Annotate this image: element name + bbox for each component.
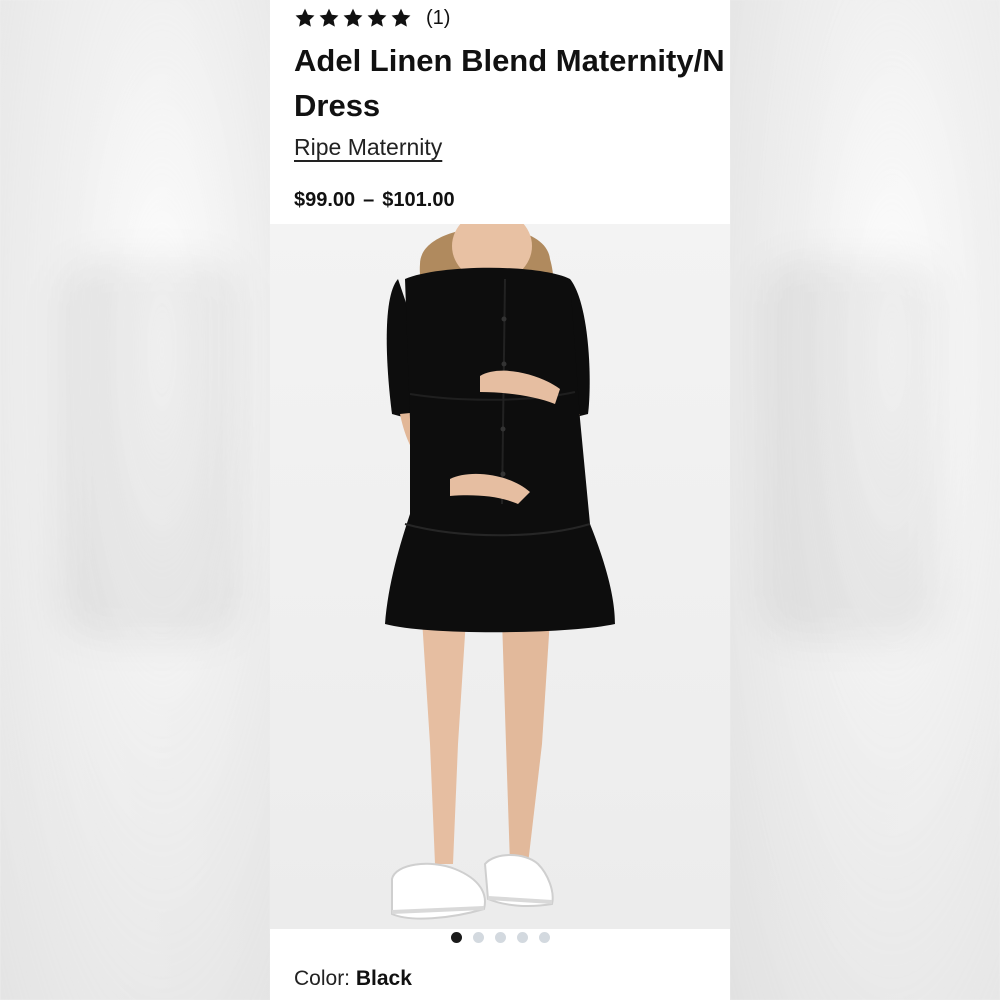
image-carousel-indicator [270,932,730,946]
color-label: Color: [294,967,351,990]
carousel-dot[interactable] [472,932,484,943]
product-title-line-2: Dress [294,88,381,123]
product-title-line-1: Adel Linen Blend Maternity/N [294,43,725,78]
review-count[interactable]: (1) [426,7,450,30]
model-illustration [385,224,615,920]
price-low: $99.00 [294,189,356,211]
carousel-dot[interactable] [516,932,528,943]
product-image[interactable] [270,224,730,929]
product-title: Adel Linen Blend Maternity/N Dress [294,38,730,128]
carousel-dot[interactable] [494,932,506,943]
star-icon [366,7,388,29]
brand-link[interactable]: Ripe Maternity [294,134,442,161]
product-page: (1) Adel Linen Blend Maternity/N Dress R… [270,0,730,1000]
product-rating[interactable]: (1) [294,4,450,32]
star-icon [342,7,364,29]
carousel-dot[interactable] [450,932,462,943]
price-range: $99.00 – $101.00 [294,189,455,212]
star-icon [318,7,340,29]
color-selection: Color: Black [294,967,412,991]
price-separator: – [363,189,375,211]
star-icon [294,7,316,29]
blurred-background-left [0,0,270,1000]
color-value: Black [355,967,412,990]
star-icon [390,7,412,29]
blurred-background-right [730,0,1000,1000]
carousel-dot[interactable] [538,932,550,943]
price-high: $101.00 [382,189,455,211]
